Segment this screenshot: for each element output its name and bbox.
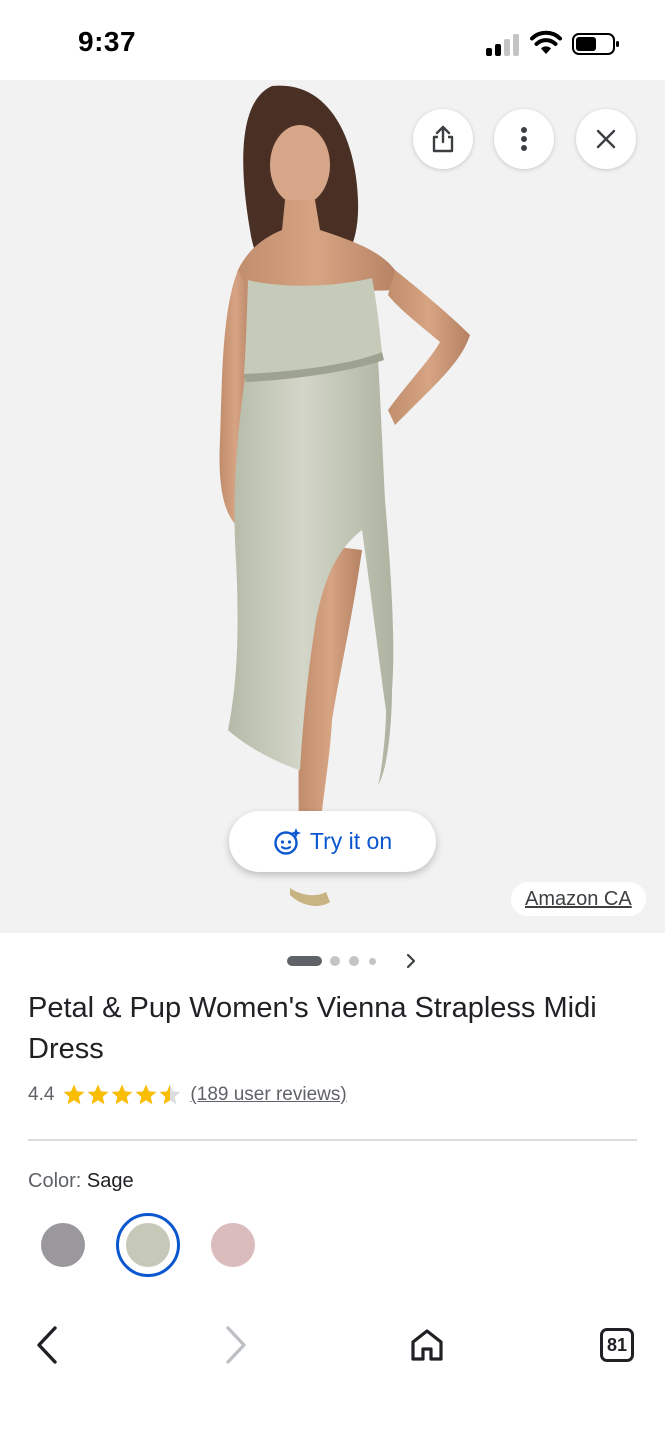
- chevron-right-icon[interactable]: [404, 952, 418, 970]
- color-swatch-sage[interactable]: [126, 1223, 170, 1267]
- product-photo: [219, 85, 470, 906]
- more-options-button[interactable]: [494, 109, 554, 169]
- star-icon: [64, 1084, 85, 1105]
- more-vert-icon: [521, 127, 527, 151]
- rating-value: 4.4: [28, 1084, 55, 1105]
- share-button[interactable]: [413, 109, 473, 169]
- star-rating: [62, 1083, 182, 1107]
- color-swatch-gray[interactable]: [41, 1223, 85, 1267]
- try-it-on-button[interactable]: Try it on: [229, 811, 436, 872]
- tabs-count: 81: [600, 1328, 634, 1362]
- forward-arrow-icon: [226, 1326, 246, 1364]
- status-time: 9:37: [78, 26, 137, 57]
- share-icon: [432, 125, 454, 153]
- product-title: Petal & Pup Women's Vienna Strapless Mid…: [28, 992, 597, 1065]
- home-icon: [411, 1329, 443, 1361]
- status-bar: 9:37: [0, 0, 665, 80]
- close-icon: [596, 129, 616, 149]
- back-arrow-icon: [37, 1326, 57, 1364]
- rating-row: 4.4 (189 user reviews): [28, 1081, 347, 1109]
- back-button[interactable]: [22, 1320, 72, 1370]
- reviews-link[interactable]: (189 user reviews): [190, 1084, 346, 1106]
- forward-button[interactable]: [211, 1320, 261, 1370]
- tabs-button[interactable]: 81: [592, 1320, 642, 1370]
- pager-dot[interactable]: [369, 958, 376, 965]
- pager-dot[interactable]: [349, 956, 359, 966]
- bottom-navigation: 81: [0, 1300, 665, 1390]
- color-swatch-pink[interactable]: [211, 1223, 255, 1267]
- face-sparkle-icon: [274, 827, 301, 855]
- star-icon: [160, 1084, 181, 1105]
- product-image[interactable]: Try it on Amazon CA: [0, 80, 665, 933]
- color-value: Sage: [86, 1170, 134, 1192]
- star-icon: [88, 1084, 109, 1105]
- color-label: Color:: [28, 1170, 82, 1192]
- try-it-on-label: Try it on: [309, 828, 393, 854]
- star-icon: [112, 1084, 133, 1105]
- home-button[interactable]: [402, 1320, 452, 1370]
- star-icon: [136, 1084, 157, 1105]
- pager-dot[interactable]: [330, 956, 340, 966]
- image-pager: [0, 946, 665, 974]
- source-link[interactable]: Amazon CA: [511, 882, 646, 916]
- close-button[interactable]: [576, 109, 636, 169]
- wifi-icon: [530, 30, 562, 54]
- divider: [28, 1139, 637, 1141]
- pager-dot-active[interactable]: [287, 956, 322, 966]
- cellular-signal-icon: [486, 34, 522, 56]
- color-label-row: Color: Sage: [28, 1170, 134, 1193]
- battery-icon: [572, 33, 619, 55]
